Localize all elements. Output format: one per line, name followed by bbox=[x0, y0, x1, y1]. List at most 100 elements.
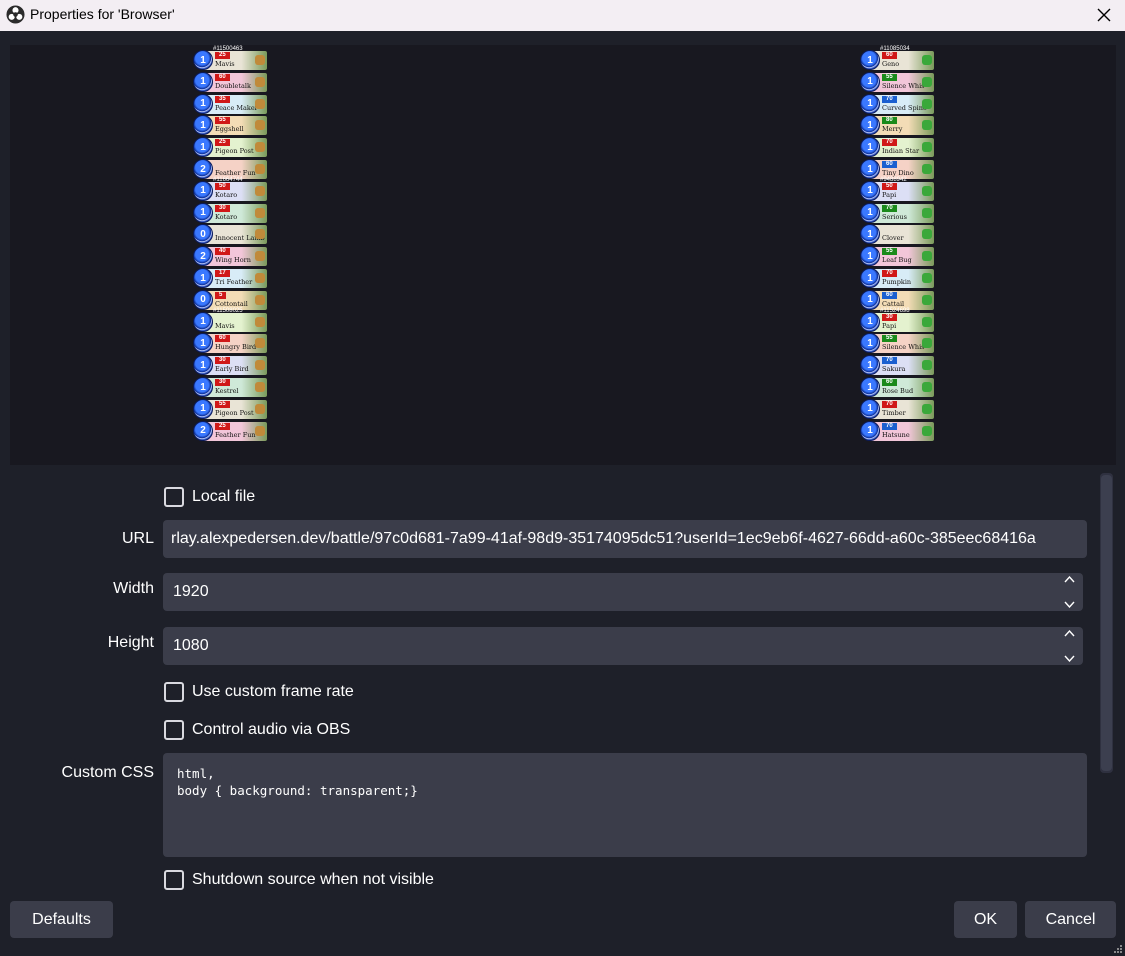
card-count-badge: 1 bbox=[860, 311, 880, 332]
chevron-up-icon[interactable] bbox=[1063, 630, 1075, 637]
deck-card: 1 55 Eggshell bbox=[191, 114, 269, 136]
card-power: 80 bbox=[882, 117, 897, 125]
height-spin-arrows[interactable] bbox=[1063, 630, 1075, 662]
form-scrollbar[interactable] bbox=[1100, 473, 1113, 773]
deck-card: 1 60 Rose Bud bbox=[858, 376, 936, 398]
card-count-badge: 1 bbox=[193, 71, 213, 92]
card-name: Peace Maker bbox=[215, 103, 258, 112]
browser-preview: 1 25 Mavis #11500463 1 60 Doubletalk 1 35 Peace M… bbox=[10, 45, 1116, 465]
card-element-icon bbox=[255, 294, 265, 305]
width-spinbox[interactable]: 1920 bbox=[163, 573, 1083, 611]
height-spinbox[interactable]: 1080 bbox=[163, 627, 1083, 665]
scrollbar-thumb[interactable] bbox=[1101, 475, 1112, 771]
chevron-down-icon[interactable] bbox=[1063, 601, 1075, 608]
card-power: 55 bbox=[882, 335, 897, 343]
card-element-icon bbox=[922, 360, 932, 371]
card-element-icon bbox=[922, 76, 932, 87]
card-name: Kotaro bbox=[215, 212, 238, 221]
url-label: URL bbox=[121, 530, 154, 547]
card-element-icon bbox=[255, 207, 265, 218]
card-name: Sakura bbox=[882, 365, 906, 374]
card-name: Early Bird bbox=[215, 365, 249, 374]
custom-css-textarea[interactable]: html, body { background: transparent;} bbox=[163, 753, 1087, 857]
deck-card: 1 50 Kotaro bbox=[191, 180, 269, 202]
card-element-icon bbox=[255, 403, 265, 414]
card-count-badge: 1 bbox=[860, 50, 880, 70]
card-power: 60 bbox=[882, 161, 897, 168]
shutdown-checkbox[interactable] bbox=[164, 870, 184, 890]
deck-card: 1 30 Early Bird bbox=[191, 354, 269, 376]
chevron-down-icon[interactable] bbox=[1063, 655, 1075, 662]
right-deck: 1 60 Geno #11085034 1 55 Silence Whis 1 70 Curved… bbox=[858, 45, 936, 465]
local-file-checkbox[interactable] bbox=[164, 487, 184, 507]
card-element-icon bbox=[922, 55, 932, 65]
card-element-icon bbox=[255, 338, 265, 349]
title-bar: Properties for 'Browser' bbox=[0, 0, 1125, 31]
card-element-icon bbox=[922, 251, 932, 262]
card-power: 55 bbox=[215, 400, 230, 408]
deck-card: 1 70 Serious bbox=[858, 202, 936, 224]
card-name: Cottontail bbox=[215, 299, 248, 308]
card-power: 30 bbox=[882, 313, 897, 321]
card-power: 55 bbox=[882, 73, 897, 81]
card-count-badge: 1 bbox=[193, 377, 213, 397]
ok-button[interactable]: OK bbox=[954, 901, 1017, 938]
card-name: Hungry Bird bbox=[215, 343, 257, 352]
card-count-badge: 1 bbox=[193, 93, 213, 114]
close-button[interactable] bbox=[1091, 2, 1117, 28]
card-count-badge: 1 bbox=[860, 202, 880, 223]
card-count-badge: 1 bbox=[860, 289, 880, 310]
card-name: Mavis bbox=[215, 321, 235, 330]
card-power: 70 bbox=[882, 139, 897, 147]
card-name: Curved Spine bbox=[882, 103, 927, 112]
card-power: 70 bbox=[882, 357, 897, 365]
defaults-button[interactable]: Defaults bbox=[10, 901, 113, 938]
height-label: Height bbox=[107, 634, 154, 651]
chevron-up-icon[interactable] bbox=[1063, 576, 1075, 583]
deck-card: 1 30 Papi bbox=[858, 311, 936, 333]
card-element-icon bbox=[922, 338, 932, 349]
resize-grip-icon[interactable] bbox=[1113, 944, 1123, 954]
card-name: Silence Whis bbox=[882, 81, 925, 90]
deck-card: 1 70 Curved Spine bbox=[858, 93, 936, 115]
card-name: Pigeon Post bbox=[215, 147, 254, 156]
card-name: Feather Fun bbox=[215, 430, 256, 439]
card-element-icon bbox=[255, 185, 265, 196]
deck-card: 1 55 Silence Whis bbox=[858, 332, 936, 354]
card-name: Papi bbox=[882, 321, 897, 330]
card-element-icon bbox=[922, 273, 932, 283]
card-count-badge: 1 bbox=[193, 180, 213, 201]
card-element-icon bbox=[922, 425, 932, 436]
deck-card: 1 30 Kestrel bbox=[191, 376, 269, 398]
card-element-icon bbox=[255, 425, 265, 436]
card-name: Merry bbox=[882, 125, 903, 134]
deck-card: 1 25 Mavis bbox=[191, 49, 269, 71]
deck-card: 1 55 Pigeon Post bbox=[191, 398, 269, 420]
card-power: 70 bbox=[882, 95, 897, 103]
card-power: 30 bbox=[215, 379, 230, 386]
custom-css-label: Custom CSS bbox=[61, 764, 154, 781]
width-spin-arrows[interactable] bbox=[1063, 576, 1075, 608]
card-power: 25 bbox=[215, 139, 230, 147]
card-name: Pigeon Post bbox=[215, 408, 254, 417]
card-count-badge: 1 bbox=[193, 50, 213, 70]
card-name: Clover bbox=[882, 234, 904, 243]
deck-card: 1 17 Tri Feather bbox=[191, 267, 269, 289]
deck-card: 1 Mavis bbox=[191, 311, 269, 333]
custom-frame-rate-checkbox[interactable] bbox=[164, 682, 184, 702]
cancel-button[interactable]: Cancel bbox=[1025, 901, 1116, 938]
card-power: 70 bbox=[882, 204, 897, 212]
deck-card: 1 25 Pigeon Post bbox=[191, 136, 269, 158]
card-power: 60 bbox=[215, 335, 230, 343]
card-element-icon bbox=[922, 294, 932, 305]
card-name: Tri Feather bbox=[215, 278, 253, 286]
card-count-badge: 1 bbox=[860, 71, 880, 92]
deck-card: 1 50 Papi bbox=[858, 180, 936, 202]
card-element-icon bbox=[922, 185, 932, 196]
card-element-icon bbox=[255, 98, 265, 109]
deck-id-label: #11500463 bbox=[213, 46, 243, 52]
url-input[interactable]: rlay.alexpedersen.dev/battle/97c0d681-7a… bbox=[163, 520, 1087, 558]
card-count-badge: 0 bbox=[193, 289, 213, 310]
card-power: 60 bbox=[882, 291, 897, 299]
control-audio-checkbox[interactable] bbox=[164, 720, 184, 740]
